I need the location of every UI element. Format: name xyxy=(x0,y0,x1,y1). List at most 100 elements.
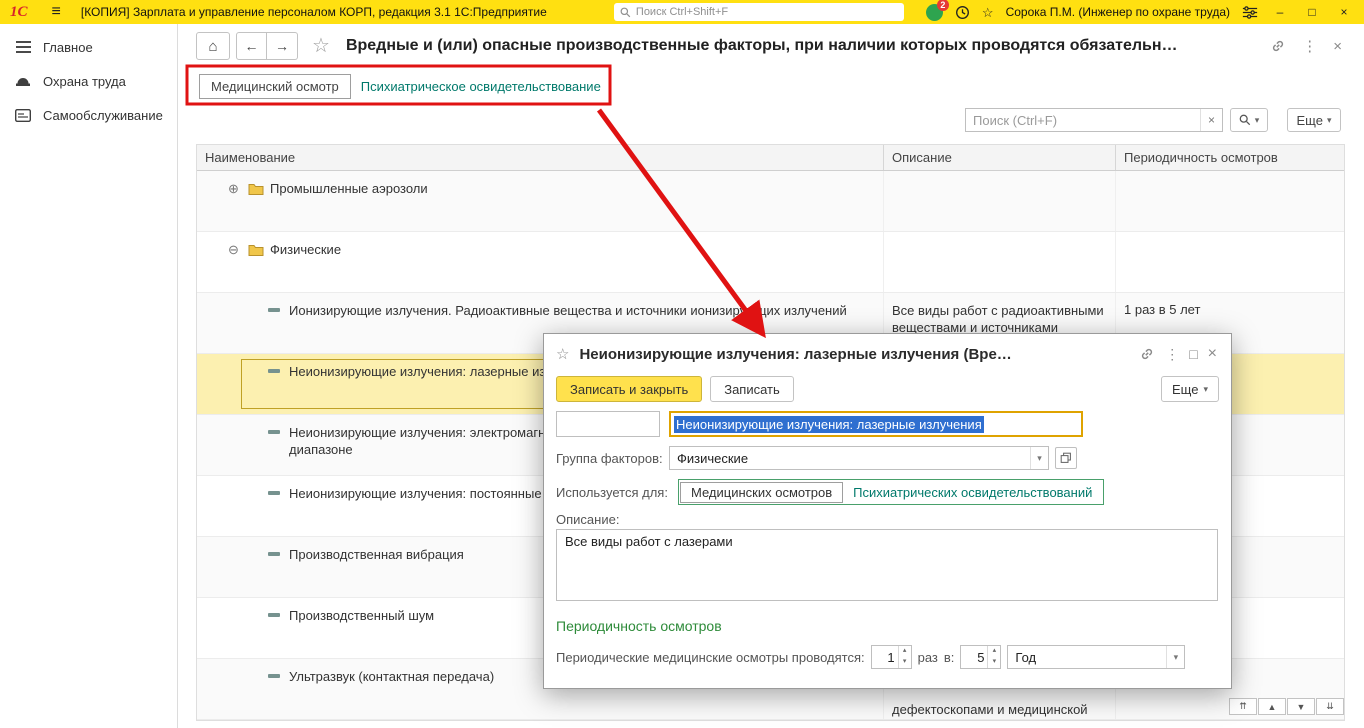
spin-up-icon[interactable]: ▴ xyxy=(899,646,911,657)
notification-badge: 2 xyxy=(936,0,949,11)
sidebar-item-labor-protection[interactable]: Охрана труда xyxy=(0,64,177,98)
search-options-button[interactable]: ▾ xyxy=(1230,108,1268,132)
search-icon xyxy=(1239,114,1250,126)
row-label: Промышленные аэрозоли xyxy=(270,181,428,196)
favorite-star-icon[interactable]: ☆ xyxy=(312,33,330,59)
page-title: Вредные и (или) опасные производственные… xyxy=(345,37,1178,54)
in-label: в: xyxy=(943,649,955,665)
link-icon[interactable] xyxy=(1139,346,1155,362)
item-icon xyxy=(268,430,280,434)
scroll-bottom-button[interactable]: ⇊ xyxy=(1316,698,1344,715)
tab-psychiatric-examination[interactable]: Психиатрическое освидетельствование xyxy=(361,79,601,94)
spin-down-icon[interactable]: ▾ xyxy=(899,657,911,668)
forward-button[interactable]: → xyxy=(267,32,298,60)
interval-unit-combobox[interactable]: Год ▾ xyxy=(1007,645,1186,669)
description-label: Описание: xyxy=(556,512,620,527)
global-search-input[interactable]: Поиск Ctrl+Shift+F xyxy=(613,3,904,21)
dialog-more-button[interactable]: Еще ▾ xyxy=(1161,376,1219,402)
row-label: Неионизирующие излучения: электромагн ди… xyxy=(289,424,545,458)
column-header-name[interactable]: Наименование xyxy=(197,145,884,170)
row-periodicity xyxy=(1116,232,1344,292)
sidebar-item-main[interactable]: Главное xyxy=(0,30,177,64)
window-maximize-button[interactable]: □ xyxy=(1302,5,1322,19)
scroll-top-button[interactable]: ⇈ xyxy=(1229,698,1257,715)
back-button[interactable]: ← xyxy=(236,32,267,60)
name-field-selected-text: Неионизирующие излучения: лазерные излуч… xyxy=(674,415,984,433)
folder-icon xyxy=(248,184,264,195)
group-combobox[interactable]: Физические ▾ xyxy=(669,446,1049,470)
list-scroll-buttons: ⇈ ▲ ▼ ⇊ xyxy=(1229,698,1344,715)
discussions-icon[interactable]: 2 xyxy=(925,0,949,21)
sidebar-item-label: Главное xyxy=(43,39,93,55)
row-label-line2: диапазоне xyxy=(289,442,353,457)
spin-down-icon[interactable]: ▾ xyxy=(988,657,1000,668)
dialog-title: Неионизирующие излучения: лазерные излуч… xyxy=(579,345,1012,363)
save-button[interactable]: Записать xyxy=(710,376,794,402)
sidebar-item-self-service[interactable]: Самообслуживание xyxy=(0,98,177,132)
1c-logo: 1С xyxy=(10,3,28,20)
more-vertical-icon[interactable]: ⋮ xyxy=(1165,347,1179,361)
table-row[interactable]: ⊕ Промышленные аэрозоли xyxy=(197,171,1344,232)
clear-search-icon[interactable]: × xyxy=(1200,109,1222,131)
used-for-switch: Медицинских осмотров Психиатрических осв… xyxy=(678,479,1105,505)
form-navigation: ⌂ ← → ☆ Вредные и (или) опасные производ… xyxy=(196,32,1178,60)
chevron-down-icon: ▾ xyxy=(1254,114,1260,125)
chevron-down-icon[interactable]: ▾ xyxy=(1030,447,1048,469)
interval-stepper[interactable]: 5 ▴ ▾ xyxy=(960,645,1002,669)
table-row[interactable]: ⊖ Физические xyxy=(197,232,1344,293)
item-icon xyxy=(268,552,280,556)
scroll-down-button[interactable]: ▼ xyxy=(1287,698,1315,715)
spin-up-icon[interactable]: ▴ xyxy=(988,646,1000,657)
more-actions-button[interactable]: Еще ▾ xyxy=(1287,108,1341,132)
count-stepper[interactable]: 1 ▴ ▾ xyxy=(870,645,912,669)
row-label: Производственный шум xyxy=(289,608,435,623)
dialog-maximize-icon[interactable]: □ xyxy=(1189,347,1197,361)
name-field[interactable]: Неионизирующие излучения: лазерные излуч… xyxy=(669,411,1083,437)
item-icon xyxy=(268,613,280,617)
open-group-button[interactable] xyxy=(1055,447,1077,469)
dialog-close-icon[interactable]: × xyxy=(1208,346,1217,362)
card-icon xyxy=(14,108,32,122)
list-search-placeholder: Поиск (Ctrl+F) xyxy=(973,112,1058,128)
expand-icon[interactable]: ⊕ xyxy=(228,182,242,195)
more-actions-label: Еще xyxy=(1296,112,1323,128)
option-psychiatric-examinations[interactable]: Психиатрических освидетельствований xyxy=(843,483,1102,502)
favorites-icon[interactable]: ☆ xyxy=(982,6,994,19)
dialog-more-label: Еще xyxy=(1172,381,1199,397)
dialog-toolbar: Записать и закрыть Записать Еще ▾ xyxy=(544,374,1231,402)
column-header-description[interactable]: Описание xyxy=(884,145,1116,170)
history-arrows: ← → xyxy=(236,32,298,60)
history-icon[interactable] xyxy=(955,5,970,20)
menu-icon xyxy=(14,41,32,53)
search-icon xyxy=(620,7,631,17)
option-medical-examinations[interactable]: Медицинских осмотров xyxy=(680,481,844,503)
item-icon xyxy=(268,674,280,678)
row-label-line1: Неионизирующие излучения: электромагн xyxy=(289,425,546,440)
save-and-close-button[interactable]: Записать и закрыть xyxy=(556,376,703,402)
collapse-icon[interactable]: ⊖ xyxy=(228,243,242,256)
form-header-icons: ⋮ × xyxy=(1270,38,1342,54)
table-header: Наименование Описание Периодичность осмо… xyxy=(197,145,1344,171)
window-minimize-button[interactable]: – xyxy=(1270,5,1290,19)
code-field[interactable] xyxy=(556,411,660,437)
scroll-up-button[interactable]: ▲ xyxy=(1258,698,1286,715)
favorite-star-icon[interactable]: ☆ xyxy=(556,345,569,363)
list-search-input[interactable]: Поиск (Ctrl+F) × xyxy=(965,108,1223,132)
home-button[interactable]: ⌂ xyxy=(196,32,230,60)
window-close-button[interactable]: × xyxy=(1334,5,1354,19)
periodicity-section-header: Периодичность осмотров xyxy=(556,618,722,634)
description-textarea[interactable]: Все виды работ с лазерами xyxy=(556,529,1218,601)
dialog-header: ☆ Неионизирующие излучения: лазерные изл… xyxy=(544,334,1231,374)
list-toolbar: Поиск (Ctrl+F) × ▾ Еще ▾ xyxy=(965,108,1341,132)
current-user[interactable]: Сорока П.М. (Инженер по охране труда) xyxy=(1006,5,1230,19)
more-vertical-icon[interactable]: ⋮ xyxy=(1302,39,1317,54)
link-icon[interactable] xyxy=(1270,38,1286,54)
form-close-icon[interactable]: × xyxy=(1333,39,1342,54)
factor-edit-dialog: ☆ Неионизирующие излучения: лазерные изл… xyxy=(543,333,1232,689)
settings-sliders-icon[interactable] xyxy=(1242,5,1258,19)
main-menu-icon[interactable]: ≡ xyxy=(52,3,61,21)
chevron-down-icon[interactable]: ▾ xyxy=(1166,646,1184,668)
row-label: Производственная вибрация xyxy=(289,547,464,562)
tab-medical-examination[interactable]: Медицинский осмотр xyxy=(199,73,351,99)
column-header-periodicity[interactable]: Периодичность осмотров xyxy=(1116,145,1344,170)
